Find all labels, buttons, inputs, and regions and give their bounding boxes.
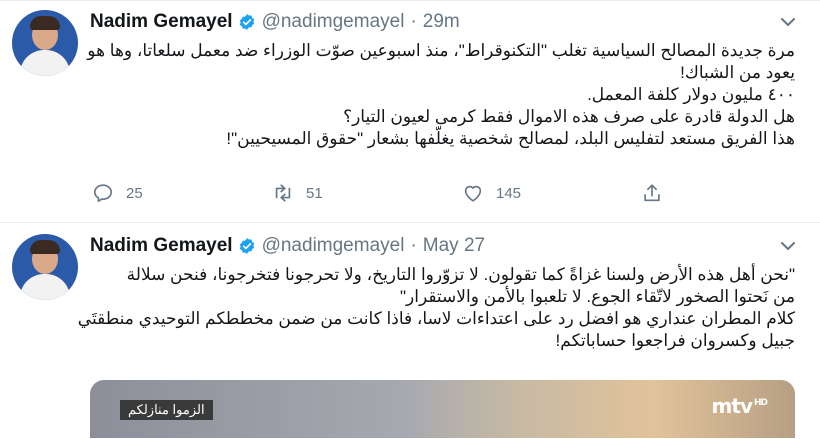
tweet-text-line: ٤٠٠ مليون دولار كلفة المعمل. — [587, 85, 795, 104]
retweet-count: 51 — [306, 184, 323, 202]
avatar-hair — [30, 16, 60, 30]
tweet-text-line: مرة جديدة المصالح السياسية تغلب "التكنوق… — [87, 41, 795, 60]
author-name[interactable]: Nadim Gemayel — [90, 235, 233, 257]
avatar[interactable] — [12, 234, 78, 300]
hd-badge: HD — [753, 398, 768, 409]
author-handle[interactable]: @nadimgemayel — [262, 11, 405, 33]
tweet-text: "نحن أهل هذه الأرض ولسنا غزاةً كما تقولو… — [77, 264, 795, 352]
avatar-shoulders — [20, 50, 70, 76]
share-icon — [644, 184, 660, 202]
author-name[interactable]: Nadim Gemayel — [90, 11, 233, 33]
reply-icon — [93, 184, 113, 203]
tweet-timestamp[interactable]: 29m — [423, 11, 460, 33]
verified-icon — [239, 14, 254, 30]
like-count: 145 — [496, 184, 522, 202]
tweet-header: Nadim Gemayel @nadimgemayel · 29m — [90, 10, 460, 34]
mtv-logo: mtv HD — [711, 394, 768, 418]
tweet-text-line: يعود من الشباك! — [680, 63, 795, 82]
author-handle[interactable]: @nadimgemayel — [262, 235, 405, 257]
chevron-down-icon[interactable] — [778, 12, 798, 32]
tweet-header: Nadim Gemayel @nadimgemayel · May 27 — [90, 234, 485, 258]
tweet-text: مرة جديدة المصالح السياسية تغلب "التكنوق… — [87, 40, 795, 150]
separator-dot: · — [410, 235, 417, 256]
tweet-text-line: هل الدولة قادرة على صرف هذه الاموال فقط … — [343, 107, 795, 126]
tweet-text-line: "نحن أهل هذه الأرض ولسنا غزاةً كما تقولو… — [126, 265, 795, 284]
verified-icon — [239, 238, 254, 254]
mtv-logo-text: mtv — [711, 394, 753, 418]
tweet[interactable]: Nadim Gemayel @nadimgemayel · 29m مرة جد… — [0, 0, 820, 222]
retweet-icon — [275, 184, 291, 202]
avatar[interactable] — [12, 10, 78, 76]
avatar-shoulders — [20, 274, 70, 300]
tweet-media-video[interactable]: الزموا منازلكم mtv HD — [90, 380, 795, 438]
separator-dot: · — [410, 11, 417, 32]
tweet-text-line: كلام المطران عنداري هو افضل رد على اعتدا… — [77, 309, 795, 328]
reply-count: 25 — [126, 184, 143, 202]
tweet-text-line: هذا الفريق مستعد لتفليس البلد، لمصالح شخ… — [226, 129, 795, 148]
tweet-actions: 25 51 145 — [90, 181, 690, 205]
like-button[interactable]: 145 — [462, 181, 521, 205]
reply-button[interactable]: 25 — [92, 181, 143, 205]
share-button[interactable] — [641, 181, 663, 205]
tweet-text-line: من نَحتوا الصخور لاتّقاء الجوع. لا تلعبو… — [399, 287, 795, 306]
like-icon — [464, 185, 482, 202]
avatar-hair — [30, 240, 60, 254]
tweet-timestamp[interactable]: May 27 — [423, 235, 485, 257]
chevron-down-icon[interactable] — [778, 236, 798, 256]
retweet-button[interactable]: 51 — [272, 181, 323, 205]
tweet-text-line: جبيل وكسروان فراجعوا حساباتكم! — [555, 331, 795, 350]
media-caption: الزموا منازلكم — [120, 400, 213, 420]
